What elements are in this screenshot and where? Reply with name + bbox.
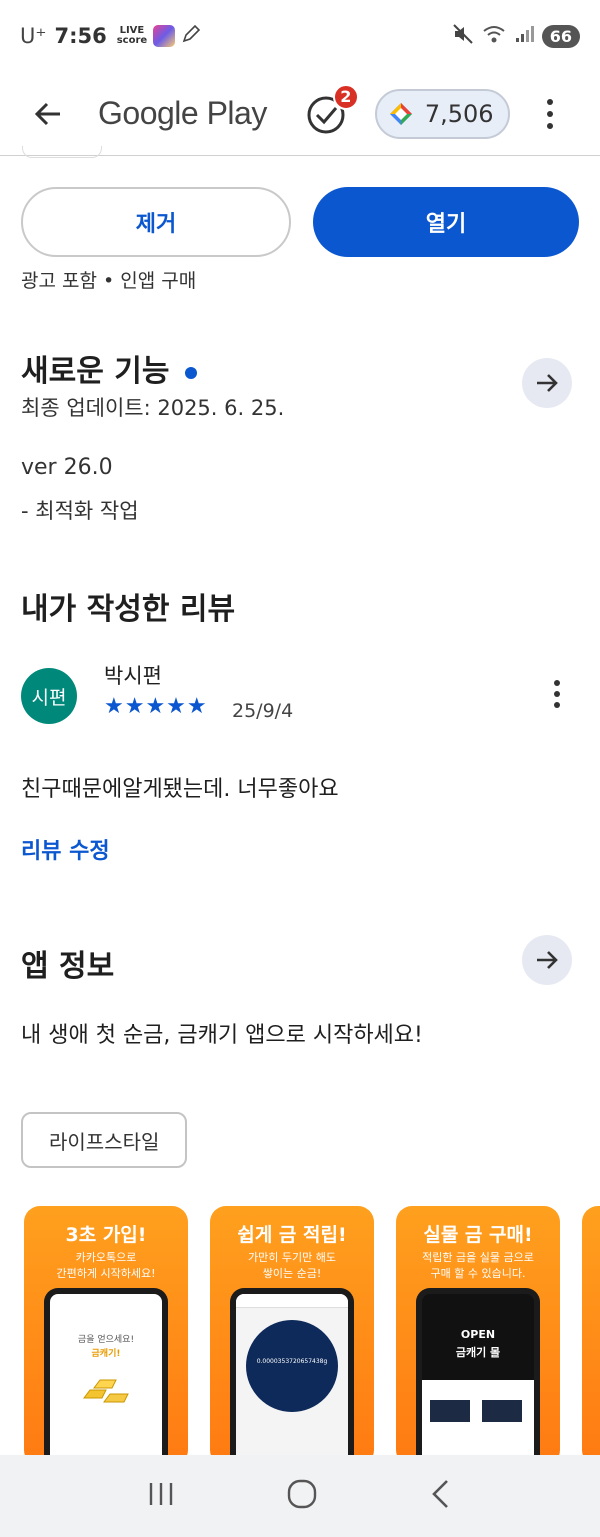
phone-mockup: OPEN 금캐기 몰: [416, 1288, 540, 1466]
screenshot-4-partial[interactable]: [582, 1206, 600, 1466]
play-points-icon: [389, 102, 412, 125]
play-points-button[interactable]: 7,506: [374, 88, 510, 139]
live-score-bottom: score: [116, 35, 148, 46]
subtitle-line: 가만히 두기만 해도: [248, 1251, 336, 1264]
screen-text: OPEN: [460, 1328, 496, 1341]
gold-bar-product: [482, 1400, 522, 1422]
screenshot-2[interactable]: 쉽게 금 적립! 가만히 두기만 해도 쌓이는 순금! 0.0000353720…: [210, 1206, 374, 1466]
more-dot-icon: [554, 691, 560, 697]
more-dot-icon: [547, 110, 553, 117]
product-list: [422, 1380, 534, 1460]
more-dot-icon: [547, 122, 553, 129]
ads-purchases-note: 광고 포함 • 인앱 구매: [21, 270, 197, 292]
screen-text: 금을 얻으세요!: [77, 1335, 135, 1345]
open-button[interactable]: 열기: [313, 187, 579, 257]
signal-icon: [514, 24, 534, 48]
app-info-title[interactable]: 앱 정보: [21, 941, 114, 985]
play-protect-button[interactable]: 2: [305, 83, 359, 136]
recents-icon: [149, 1483, 172, 1505]
carrier-label: U⁺: [20, 24, 47, 48]
back-arrow-icon: [34, 102, 60, 125]
subtitle-line: 간편하게 시작하세요!: [56, 1267, 156, 1280]
app-info-arrow-button[interactable]: [522, 935, 572, 985]
category-chip[interactable]: 라이프스타일: [21, 1112, 188, 1168]
screenshot-title: 실물 금 구매!: [423, 1224, 533, 1246]
subtitle-line: 카카오톡으로: [75, 1251, 137, 1264]
app-description: 내 생애 첫 순금, 금캐기 앱으로 시작하세요!: [21, 1023, 423, 1048]
uninstall-button[interactable]: 제거: [21, 187, 291, 257]
status-bar: U⁺ 7:56 LIVE score 66: [0, 0, 600, 72]
arrow-right-icon: [537, 951, 558, 969]
screen-text: 금캐기 몰: [455, 1346, 501, 1359]
more-dot-icon: [554, 702, 560, 708]
review-body: 친구때문에알게됐는데. 너무좋아요: [21, 777, 339, 802]
subtitle-line: 적립한 금을 실물 금으로: [422, 1251, 534, 1264]
screen-topbar: [236, 1294, 348, 1308]
phone-screen: 금을 얻으세요! 금캐기!: [50, 1294, 162, 1466]
gold-balance-circle: 0.0000353720657438g: [246, 1320, 338, 1412]
more-dot-icon: [547, 98, 553, 105]
avatar: 시편: [21, 668, 77, 724]
more-dot-icon: [554, 680, 560, 686]
last-updated: 최종 업데이트: 2025. 6. 25.: [21, 396, 285, 420]
screenshot-subtitle: 카카오톡으로 간편하게 시작하세요!: [24, 1250, 188, 1282]
pen-icon: [181, 24, 201, 48]
screenshot-title: 3초 가입!: [65, 1224, 147, 1246]
action-buttons: 제거 열기: [21, 187, 579, 257]
battery-indicator: 66: [541, 24, 580, 48]
home-button[interactable]: [286, 1478, 318, 1514]
screenshot-title: 쉽게 금 적립!: [237, 1224, 347, 1246]
points-value: 7,506: [424, 99, 494, 128]
edit-review-link[interactable]: 리뷰 수정: [21, 833, 110, 865]
chevron-left-icon: [432, 1480, 449, 1508]
wifi-icon: [482, 24, 506, 48]
gold-bar-product: [430, 1400, 470, 1422]
notification-badge: 2: [332, 83, 359, 110]
phone-mockup: 0.0000353720657438g: [230, 1288, 354, 1466]
app-bar: Google Play 2 7,506: [0, 72, 600, 156]
subtitle-line: 구매 할 수 있습니다.: [430, 1267, 526, 1280]
whats-new-arrow-button[interactable]: [522, 358, 572, 408]
back-button[interactable]: [18, 84, 78, 144]
game-app-icon: [153, 25, 176, 47]
whats-new-header[interactable]: 새로운 기능: [21, 346, 198, 390]
whats-new-title: 새로운 기능: [21, 354, 170, 389]
screen-text: 금캐기!: [91, 1349, 121, 1359]
phone-screen: 0.0000353720657438g: [236, 1294, 348, 1466]
my-review-title: 내가 작성한 리뷰: [21, 592, 236, 627]
system-back-button[interactable]: [427, 1478, 455, 1514]
scrolled-element-fragment: [22, 146, 102, 158]
gold-balance-value: 0.0000353720657438g: [256, 1358, 328, 1365]
gold-bars-icon: [83, 1379, 129, 1403]
more-options-button[interactable]: [538, 98, 562, 129]
recent-apps-button[interactable]: [145, 1479, 177, 1513]
review-date: 25/9/4: [232, 700, 294, 722]
page-title: Google Play: [98, 95, 267, 131]
review-more-button[interactable]: [554, 680, 560, 708]
version-label: ver 26.0: [21, 455, 113, 480]
home-icon: [287, 1479, 317, 1509]
screenshot-subtitle: 적립한 금을 실물 금으로 구매 할 수 있습니다.: [396, 1250, 560, 1282]
screenshot-3[interactable]: 실물 금 구매! 적립한 금을 실물 금으로 구매 할 수 있습니다. OPEN…: [396, 1206, 560, 1466]
arrow-right-icon: [537, 374, 558, 392]
phone-mockup: 금을 얻으세요! 금캐기!: [44, 1288, 168, 1466]
new-indicator-dot: [185, 366, 198, 379]
screenshot-1[interactable]: 3초 가입! 카카오톡으로 간편하게 시작하세요! 금을 얻으세요! 금캐기!: [24, 1206, 188, 1466]
reviewer-name: 박시편: [104, 664, 162, 688]
rating-stars: ★★★★★: [104, 694, 208, 719]
screenshot-subtitle: 가만히 두기만 해도 쌓이는 순금!: [210, 1250, 374, 1282]
mute-icon: [452, 23, 474, 49]
system-nav-bar: [0, 1455, 600, 1537]
release-note: - 최적화 작업: [21, 499, 139, 523]
phone-screen: OPEN 금캐기 몰: [422, 1294, 534, 1466]
live-score-icon: LIVE score: [117, 26, 147, 46]
status-time: 7:56: [54, 24, 107, 48]
subtitle-line: 쌓이는 순금!: [262, 1267, 322, 1280]
